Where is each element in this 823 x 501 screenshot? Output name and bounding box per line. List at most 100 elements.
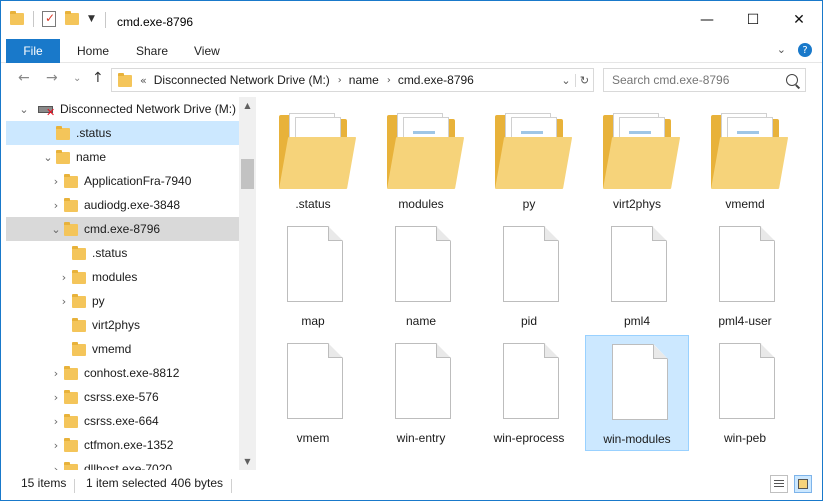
file-item[interactable]: win-modules	[585, 335, 689, 451]
close-button[interactable]: ✕	[776, 1, 822, 39]
address-dropdown-icon[interactable]: ⌄	[557, 74, 575, 87]
folder-icon	[72, 318, 88, 332]
chevron-down-icon[interactable]: ⌄	[42, 151, 54, 164]
tree-item[interactable]: › csrss.exe-664	[6, 409, 239, 433]
chevron-right-icon[interactable]: ›	[338, 75, 342, 86]
tree-item[interactable]: › conhost.exe-8812	[6, 361, 239, 385]
item-label: virt2phys	[612, 197, 662, 211]
search-box[interactable]	[603, 68, 806, 92]
file-item[interactable]: pid	[477, 218, 581, 334]
search-input[interactable]	[604, 73, 780, 87]
chevron-right-icon[interactable]: ›	[50, 415, 62, 428]
file-icon	[503, 343, 559, 419]
folder-icon	[72, 342, 88, 356]
tree-item[interactable]: › ctfmon.exe-1352	[6, 433, 239, 457]
folder-icon	[72, 246, 88, 260]
large-icons-view-button[interactable]	[794, 475, 812, 493]
file-icon	[395, 226, 451, 302]
folder-icon	[118, 73, 134, 87]
explorer-window: ▼ cmd.exe-8796 — ☐ ✕ File Home Share Vie…	[0, 0, 823, 501]
chevron-right-icon[interactable]: ›	[58, 295, 70, 308]
file-item[interactable]: name	[369, 218, 473, 334]
tree-item-label: ApplicationFra-7940	[84, 174, 192, 188]
back-button[interactable]: ←	[18, 70, 30, 86]
tab-file[interactable]: File	[6, 39, 60, 63]
folder-item[interactable]: virt2phys	[585, 101, 689, 217]
refresh-icon[interactable]: ↻	[575, 73, 593, 87]
recent-locations-button[interactable]: ⌄	[73, 73, 81, 84]
tree-item[interactable]: › modules	[6, 265, 239, 289]
folder-item[interactable]: .status	[261, 101, 365, 217]
chevron-right-icon[interactable]: ›	[58, 271, 70, 284]
forward-button[interactable]: →	[46, 70, 58, 86]
help-icon[interactable]: ?	[798, 43, 812, 57]
folder-item[interactable]: vmemd	[693, 101, 797, 217]
file-item[interactable]: win-peb	[693, 335, 797, 451]
breadcrumb-current[interactable]: cmd.exe-8796	[398, 73, 474, 87]
scroll-thumb[interactable]	[241, 159, 254, 189]
item-label: .status	[295, 197, 331, 211]
navigation-scrollbar[interactable]: ▲ ▼	[239, 97, 256, 470]
tree-item[interactable]: vmemd	[6, 337, 239, 361]
tree-item[interactable]: › csrss.exe-576	[6, 385, 239, 409]
tree-item[interactable]: › py	[6, 289, 239, 313]
customize-toolbar-icon[interactable]: ▼	[88, 14, 95, 24]
chevron-right-icon[interactable]: ›	[50, 367, 62, 380]
tree-item-label: ctfmon.exe-1352	[84, 438, 174, 452]
tree-item[interactable]: › ApplicationFra-7940	[6, 169, 239, 193]
folder-icon[interactable]	[9, 10, 27, 28]
tree-item[interactable]: ⌄ ✕ Disconnected Network Drive (M:)	[6, 97, 239, 121]
scroll-up-icon[interactable]: ▲	[239, 97, 256, 114]
tree-item[interactable]: .status	[6, 121, 239, 145]
tree-item[interactable]: › audiodg.exe-3848	[6, 193, 239, 217]
up-button[interactable]: ↑	[92, 70, 104, 86]
minimize-button[interactable]: —	[684, 1, 730, 39]
tree-item[interactable]: › dllhost.exe-7020	[6, 457, 239, 470]
tree-item[interactable]: ⌄ name	[6, 145, 239, 169]
chevron-right-icon[interactable]: ›	[50, 463, 62, 471]
breadcrumb-overflow[interactable]: «	[140, 74, 147, 87]
details-view-button[interactable]	[770, 475, 788, 493]
chevron-right-icon[interactable]: ›	[50, 199, 62, 212]
tree-item[interactable]: virt2phys	[6, 313, 239, 337]
breadcrumb-name[interactable]: name	[349, 73, 379, 87]
chevron-down-icon[interactable]: ⌄	[50, 223, 62, 236]
chevron-down-icon[interactable]: ⌄	[18, 103, 30, 116]
file-icon	[719, 343, 775, 419]
item-label: win-peb	[723, 431, 767, 445]
large-icons-view-icon	[798, 479, 808, 489]
disconnected-drive-icon: ✕	[38, 102, 56, 119]
breadcrumb-drive[interactable]: Disconnected Network Drive (M:)	[154, 73, 330, 87]
tree-item[interactable]: .status	[6, 241, 239, 265]
file-item[interactable]: pml4-user	[693, 218, 797, 334]
file-item[interactable]: vmem	[261, 335, 365, 451]
item-label: pml4	[623, 314, 650, 328]
file-item[interactable]: win-entry	[369, 335, 473, 451]
tree-item-label: virt2phys	[92, 318, 141, 332]
expand-ribbon-icon[interactable]: ⌄	[777, 43, 786, 57]
properties-icon[interactable]	[40, 10, 58, 28]
file-item[interactable]: pml4	[585, 218, 689, 334]
chevron-right-icon[interactable]: ›	[387, 75, 391, 86]
file-icon	[395, 343, 451, 419]
folder-item[interactable]: py	[477, 101, 581, 217]
tree-item-label: vmemd	[92, 342, 132, 356]
search-icon[interactable]	[786, 74, 798, 86]
folder-icon	[72, 294, 88, 308]
address-bar[interactable]: « Disconnected Network Drive (M:) › name…	[111, 68, 594, 92]
tab-home[interactable]: Home	[77, 39, 109, 63]
scroll-down-icon[interactable]: ▼	[239, 453, 256, 470]
folder-item[interactable]: modules	[369, 101, 473, 217]
new-folder-icon[interactable]	[64, 10, 82, 28]
chevron-right-icon[interactable]: ›	[50, 175, 62, 188]
folder-icon	[599, 109, 681, 193]
file-item[interactable]: map	[261, 218, 365, 334]
chevron-right-icon[interactable]: ›	[50, 439, 62, 452]
chevron-right-icon[interactable]: ›	[50, 391, 62, 404]
tab-share[interactable]: Share	[136, 39, 168, 63]
item-label: win-entry	[396, 431, 446, 445]
maximize-button[interactable]: ☐	[730, 1, 776, 39]
tab-view[interactable]: View	[194, 39, 220, 63]
tree-item[interactable]: ⌄ cmd.exe-8796	[6, 217, 239, 241]
file-item[interactable]: win-eprocess	[477, 335, 581, 451]
